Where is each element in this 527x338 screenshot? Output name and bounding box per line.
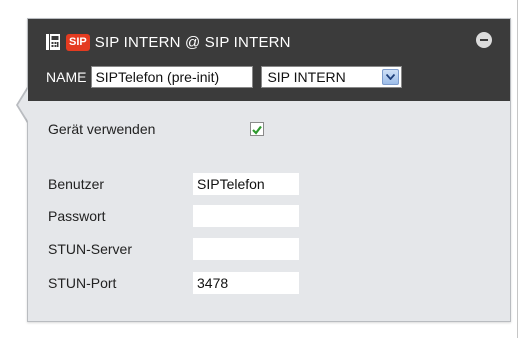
stun-server-input[interactable] [193, 238, 299, 260]
user-label: Benutzer [48, 176, 105, 192]
stun-server-row: STUN-Server [48, 238, 132, 260]
phone-icon [46, 34, 60, 50]
panel-title: SIP INTERN @ SIP INTERN [94, 33, 291, 51]
panel-header: SIP SIP INTERN @ SIP INTERN NAME SIP INT… [28, 19, 510, 101]
panel-pointer-fill [18, 89, 28, 121]
use-device-row: Gerät verwenden [48, 118, 155, 140]
user-row: Benutzer [48, 173, 104, 195]
panel-title-row: SIP SIP INTERN @ SIP INTERN [46, 32, 291, 52]
checkmark-icon [252, 125, 262, 135]
use-device-checkbox[interactable] [250, 122, 264, 136]
password-row: Passwort [48, 205, 106, 227]
user-input[interactable] [193, 173, 299, 195]
name-row: NAME SIP INTERN [46, 65, 403, 89]
stun-port-label: STUN-Port [48, 275, 117, 291]
line-select[interactable]: SIP INTERN [261, 66, 403, 88]
stun-server-label: STUN-Server [48, 241, 133, 257]
name-input[interactable] [91, 66, 254, 88]
sip-badge: SIP [66, 33, 90, 51]
stun-port-input[interactable] [193, 272, 299, 294]
collapse-icon[interactable] [476, 32, 492, 48]
password-input[interactable] [193, 205, 299, 227]
stun-port-row: STUN-Port [48, 272, 116, 294]
page-divider [517, 0, 518, 338]
use-device-label: Gerät verwenden [48, 121, 156, 137]
password-label: Passwort [48, 208, 106, 224]
sip-device-panel: SIP SIP INTERN @ SIP INTERN NAME SIP INT… [27, 18, 511, 322]
chevron-down-icon[interactable] [382, 69, 400, 85]
line-select-value: SIP INTERN [267, 69, 346, 85]
name-label: NAME [46, 69, 87, 85]
